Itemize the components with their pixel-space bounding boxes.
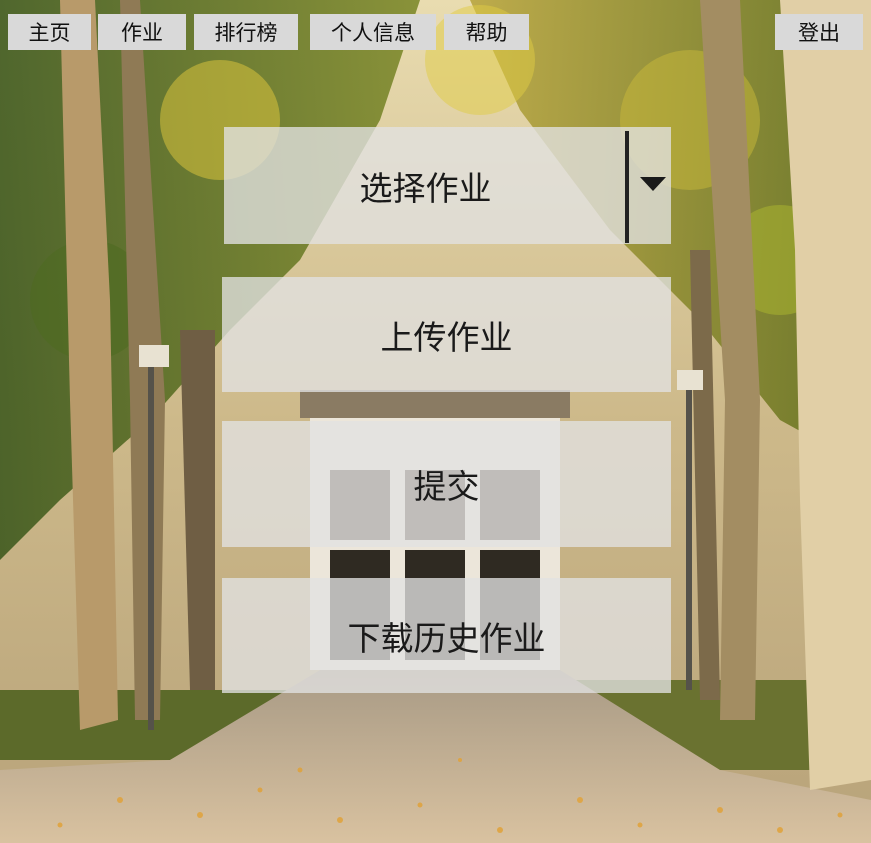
nav-ranking-button[interactable]: 排行榜: [194, 14, 298, 50]
homework-select[interactable]: 选择作业: [224, 127, 671, 244]
nav-help-button[interactable]: 帮助: [444, 14, 529, 50]
homework-select-value: 选择作业: [359, 168, 492, 208]
submit-button[interactable]: 提交: [222, 421, 671, 547]
upload-homework-button[interactable]: 上传作业: [222, 277, 671, 392]
download-history-button[interactable]: 下载历史作业: [222, 578, 671, 693]
nav-logout-button[interactable]: 登出: [775, 14, 863, 50]
select-divider: [625, 131, 629, 243]
nav-profile-button[interactable]: 个人信息: [310, 14, 436, 50]
nav-home-button[interactable]: 主页: [8, 14, 91, 50]
nav-homework-button[interactable]: 作业: [98, 14, 186, 50]
chevron-down-icon[interactable]: [640, 177, 666, 191]
